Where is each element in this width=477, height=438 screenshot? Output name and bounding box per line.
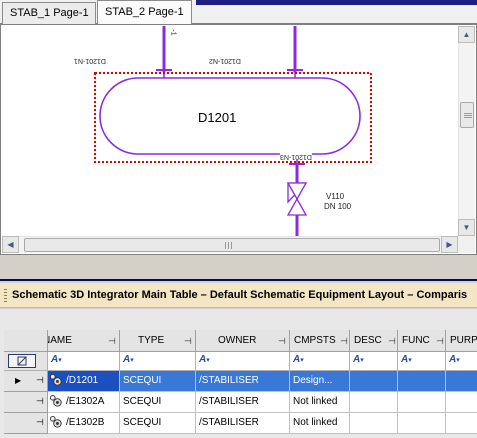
current-row-icon: ▶ <box>15 376 22 385</box>
scrollbar-corner <box>458 236 475 253</box>
filter-operator-icon[interactable]: A▾ <box>293 354 304 365</box>
tab-stab1-page1[interactable]: STAB_1 Page-1 <box>2 2 96 24</box>
cell-purp[interactable] <box>446 392 477 413</box>
vessel-label: D1201 <box>198 110 237 125</box>
schematic-canvas: D1201-N1 D1201-N2 -1 D1201 D1201-N3 V110… <box>0 24 477 255</box>
cell-owner[interactable]: /STABILISER <box>196 413 290 434</box>
pin-icon[interactable]: ⊣ <box>340 330 348 351</box>
cell-name[interactable]: /D1201 <box>48 371 120 392</box>
filter-desc[interactable]: A▾ <box>350 352 398 371</box>
filter-operator-icon[interactable]: A▾ <box>51 354 62 365</box>
table-row[interactable]: ⊣ /E1302A SCEQUI /STABILISER Not linked <box>4 392 477 413</box>
schematic-drawing-area[interactable]: D1201-N1 D1201-N2 -1 D1201 D1201-N3 V110… <box>2 26 458 236</box>
cell-purp[interactable] <box>446 413 477 434</box>
tab-stab2-page1[interactable]: STAB_2 Page-1 <box>97 0 192 24</box>
nozzle-label-bottom: D1201-N3 <box>280 153 312 160</box>
row-header[interactable]: ▶ ⊣ <box>4 371 48 392</box>
cell-func[interactable] <box>398 371 446 392</box>
nozzle-label-left: D1201-N1 <box>74 57 106 64</box>
pin-icon[interactable]: ⊣ <box>184 330 192 351</box>
filter-clear-icon[interactable] <box>8 354 36 368</box>
scroll-up-icon[interactable]: ▲ <box>458 26 475 43</box>
cell-cmpsts[interactable]: Design... <box>290 371 350 392</box>
filter-purp[interactable]: A▾ <box>446 352 477 371</box>
column-header-type[interactable]: TYPE ⊣ <box>120 330 196 352</box>
cell-type[interactable]: SCEQUI <box>120 413 196 434</box>
valve-size: DN 100 <box>324 202 352 211</box>
main-table-title: Schematic 3D Integrator Main Table – Def… <box>12 289 468 301</box>
column-header-cmpsts[interactable]: CMPSTS ⊣ <box>290 330 350 352</box>
filter-operator-icon[interactable]: A▾ <box>353 354 364 365</box>
filter-row-header <box>4 352 48 371</box>
filter-owner[interactable]: A▾ <box>196 352 290 371</box>
cell-cmpsts[interactable]: Not linked <box>290 413 350 434</box>
pin-icon: ⊣ <box>36 375 44 385</box>
nozzle-label-right: D1201-N2 <box>209 57 241 64</box>
row-header[interactable]: ⊣ <box>4 413 48 434</box>
equipment-gear-icon <box>49 394 62 407</box>
cell-name[interactable]: /E1302A <box>48 392 120 413</box>
pin-icon: ⊣ <box>36 417 44 427</box>
top-pipe-label: -1 <box>169 29 177 36</box>
vertical-scroll-thumb[interactable] <box>460 102 474 128</box>
document-tab-strip: STAB_1 Page-1 STAB_2 Page-1 <box>0 0 477 24</box>
pin-icon[interactable]: ⊣ <box>108 330 116 351</box>
cell-owner[interactable]: /STABILISER <box>196 371 290 392</box>
table-row[interactable]: ⊣ /E1302B SCEQUI /STABILISER Not linked <box>4 413 477 434</box>
cell-desc[interactable] <box>350 413 398 434</box>
filter-operator-icon[interactable]: A▾ <box>199 354 210 365</box>
scroll-down-icon[interactable]: ▼ <box>458 219 475 236</box>
cell-desc[interactable] <box>350 371 398 392</box>
column-header-func[interactable]: FUNC ⊣ <box>398 330 446 352</box>
tab-strip-accent <box>196 0 477 5</box>
cell-type[interactable]: SCEQUI <box>120 371 196 392</box>
cell-owner[interactable]: /STABILISER <box>196 392 290 413</box>
filter-name[interactable]: A▾ <box>48 352 120 371</box>
valve-tag: V110 <box>326 192 345 201</box>
filter-operator-icon[interactable]: A▾ <box>401 354 412 365</box>
row-header[interactable]: ⊣ <box>4 392 48 413</box>
column-header-desc[interactable]: DESC ⊣ <box>350 330 398 352</box>
column-header-purp[interactable]: PURP <box>446 330 477 352</box>
equipment-gear-icon <box>49 373 62 386</box>
cell-name[interactable]: /E1302B <box>48 413 120 434</box>
drawing-vertical-scrollbar[interactable]: ▲ ▼ <box>458 26 475 236</box>
drawing-horizontal-scrollbar[interactable]: ◀ ▶ <box>2 236 458 253</box>
cell-func[interactable] <box>398 392 446 413</box>
filter-operator-icon[interactable]: A▾ <box>449 354 460 365</box>
cell-cmpsts[interactable]: Not linked <box>290 392 350 413</box>
pin-icon[interactable]: ⊣ <box>388 330 396 351</box>
cell-func[interactable] <box>398 413 446 434</box>
filter-type[interactable]: A▾ <box>120 352 196 371</box>
filter-operator-icon[interactable]: A▾ <box>123 354 134 365</box>
cell-desc[interactable] <box>350 392 398 413</box>
pin-icon[interactable]: ⊣ <box>278 330 286 351</box>
filter-cmpsts[interactable]: A▾ <box>290 352 350 371</box>
table-row[interactable]: ▶ ⊣ /D1201 SCEQUI /STABILISER Design... <box>4 371 477 392</box>
horizontal-scroll-thumb[interactable] <box>24 238 440 252</box>
pin-icon[interactable]: ⊣ <box>436 330 444 351</box>
scroll-right-icon[interactable]: ▶ <box>441 236 458 253</box>
valve-v110-lower <box>286 197 308 216</box>
cell-purp[interactable] <box>446 371 477 392</box>
pin-icon: ⊣ <box>36 396 44 406</box>
scroll-left-icon[interactable]: ◀ <box>2 236 19 253</box>
column-header-name[interactable]: NAME ⊣ <box>48 330 120 352</box>
column-header-owner[interactable]: OWNER ⊣ <box>196 330 290 352</box>
main-table-grid: NAME ⊣ TYPE ⊣ OWNER ⊣ CMPSTS ⊣ DESC ⊣ FU… <box>4 330 477 438</box>
filter-func[interactable]: A▾ <box>398 352 446 371</box>
equipment-gear-icon <box>49 415 62 428</box>
panel-grip-icon[interactable] <box>4 289 7 303</box>
row-header-corner <box>4 330 48 352</box>
main-table-title-bar: Schematic 3D Integrator Main Table – Def… <box>0 283 477 308</box>
panel-splitter[interactable] <box>0 255 477 281</box>
cell-type[interactable]: SCEQUI <box>120 392 196 413</box>
